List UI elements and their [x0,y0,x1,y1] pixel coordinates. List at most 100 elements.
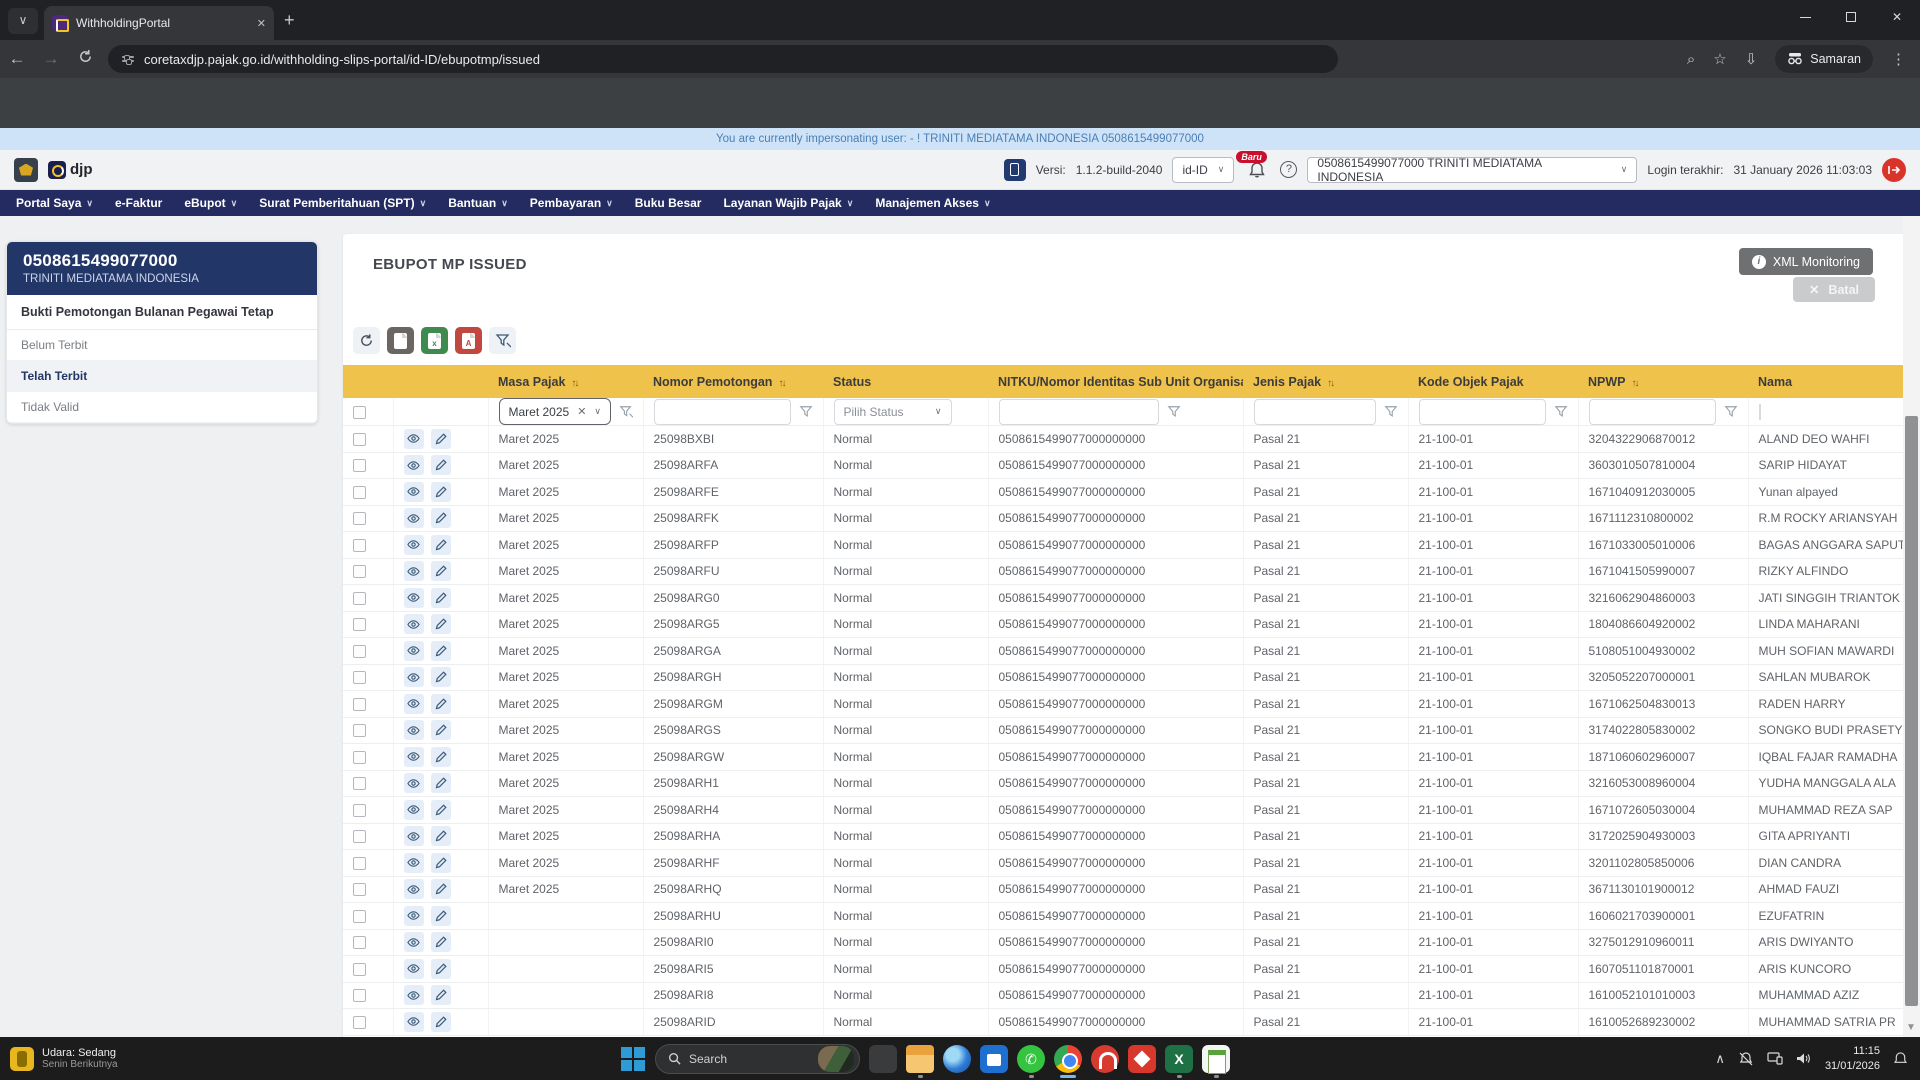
excel-icon[interactable]: X [1165,1044,1193,1078]
maximize-button[interactable] [1828,0,1874,34]
taskbar-weather-widget[interactable]: Udara: Sedang Senin Berikutnya [0,1046,230,1071]
incognito-profile-chip[interactable]: Samaran [1775,45,1873,73]
tray-expand-icon[interactable]: ∧ [1715,1051,1725,1067]
row-checkbox[interactable] [353,432,366,446]
reload-button[interactable] [68,49,102,69]
edit-button[interactable] [430,1011,451,1032]
edit-button[interactable] [430,958,451,979]
view-button[interactable] [403,428,424,449]
nav-item-buku-besar[interactable]: Buku Besar [635,196,702,210]
nav-item-surat-pemberitahuan-spt-[interactable]: Surat Pemberitahuan (SPT) ∨ [259,196,426,210]
scrollbar-thumb[interactable] [1905,416,1918,1006]
nitku-filter-input[interactable] [998,398,1159,425]
edit-button[interactable] [430,534,451,555]
zoom-icon[interactable]: ⌕ [1687,51,1695,68]
nav-item-portal-saya[interactable]: Portal Saya ∨ [16,196,93,210]
row-checkbox[interactable] [353,989,366,1003]
display-icon[interactable] [1767,1052,1783,1065]
edit-button[interactable] [430,879,451,900]
view-button[interactable] [403,1011,424,1032]
speaker-icon[interactable] [1796,1052,1812,1065]
row-checkbox[interactable] [353,512,366,526]
nav-item-pembayaran[interactable]: Pembayaran ∨ [530,196,613,210]
row-checkbox[interactable] [353,538,366,552]
view-button[interactable] [403,667,424,688]
close-button[interactable]: ✕ [1874,0,1920,34]
sort-icon[interactable]: ↑↓ [571,378,579,389]
device-icon[interactable] [1003,158,1026,181]
jenis-pajak-filter-input[interactable] [1253,398,1376,425]
edit-button[interactable] [430,985,451,1006]
column-header-nitku-nomor-identitas-sub-unit-organisasi[interactable]: NITKU/Nomor Identitas Sub Unit Organisas… [988,365,1243,398]
edit-button[interactable] [430,667,451,688]
select-all-checkbox[interactable] [353,405,366,419]
browser-tab[interactable]: WithholdingPortal ✕ [44,6,274,40]
column-header-jenis-pajak[interactable]: Jenis Pajak ↑↓ [1243,365,1408,398]
edit-button[interactable] [430,508,451,529]
view-button[interactable] [403,746,424,767]
xml-monitoring-button[interactable]: i XML Monitoring [1738,248,1873,275]
bell-off-icon[interactable] [1738,1051,1754,1066]
view-button[interactable] [403,481,424,502]
edit-button[interactable] [430,799,451,820]
view-button[interactable] [403,587,424,608]
row-checkbox[interactable] [353,565,366,579]
sort-icon[interactable]: ↑↓ [778,378,786,389]
edit-button[interactable] [430,826,451,847]
nav-item-e-faktur[interactable]: e-Faktur [115,196,162,210]
funnel-icon[interactable] [1724,405,1738,419]
nav-item-manajemen-akses[interactable]: Manajemen Akses ∨ [875,196,990,210]
filter-off-icon[interactable] [619,405,633,419]
sidebar-item-tidak-valid[interactable]: Tidak Valid [7,392,317,423]
row-checkbox[interactable] [353,883,366,897]
edit-button[interactable] [430,932,451,953]
row-checkbox[interactable] [353,485,366,499]
page-scrollbar[interactable]: ▼ [1903,216,1920,1037]
clear-filters-button[interactable] [489,327,516,354]
tab-close-icon[interactable]: ✕ [257,17,266,30]
export-csv-button[interactable] [387,327,414,354]
funnel-icon[interactable] [1554,405,1568,419]
sort-icon[interactable]: ↑↓ [1327,378,1335,389]
row-checkbox[interactable] [353,777,366,791]
account-select[interactable]: 0508615499077000 TRINITI MEDIATAMA INDON… [1307,156,1638,184]
row-checkbox[interactable] [353,909,366,923]
edit-button[interactable] [430,905,451,926]
row-checkbox[interactable] [353,856,366,870]
edit-button[interactable] [430,746,451,767]
edge-icon[interactable] [943,1044,971,1073]
site-settings-icon[interactable] [122,55,134,65]
view-button[interactable] [403,534,424,555]
funnel-icon[interactable] [1384,405,1398,419]
clear-icon[interactable]: ✕ [577,405,586,418]
kode-objek-filter-input[interactable] [1418,398,1546,425]
back-button[interactable]: ← [0,49,34,69]
nav-item-ebupot[interactable]: eBupot ∨ [184,196,237,210]
row-checkbox[interactable] [353,936,366,950]
view-button[interactable] [403,508,424,529]
edit-button[interactable] [430,587,451,608]
row-checkbox[interactable] [353,962,366,976]
export-pdf-button[interactable]: A [455,327,482,354]
edit-button[interactable] [430,455,451,476]
taskbar-search[interactable]: Search [655,1043,860,1074]
menu-dots-icon[interactable]: ⋮ [1891,50,1906,68]
npwp-filter-input[interactable] [1588,398,1716,425]
column-header-nomor-pemotongan[interactable]: Nomor Pemotongan ↑↓ [643,365,823,398]
refresh-button[interactable] [353,327,380,354]
diamond-app-icon[interactable] [1128,1044,1156,1073]
row-checkbox[interactable] [353,724,366,738]
view-button[interactable] [403,932,424,953]
row-checkbox[interactable] [353,697,366,711]
view-button[interactable] [403,985,424,1006]
sidebar-item-telah-terbit[interactable]: Telah Terbit [7,361,317,392]
view-button[interactable] [403,720,424,741]
nav-item-layanan-wajib-pajak[interactable]: Layanan Wajib Pajak ∨ [723,196,853,210]
row-checkbox[interactable] [353,750,366,764]
sidebar-item-belum-terbit[interactable]: Belum Terbit [7,330,317,361]
edit-button[interactable] [430,481,451,502]
help-icon[interactable]: ? [1280,161,1298,178]
funnel-icon[interactable] [799,405,813,419]
minimize-button[interactable] [1782,0,1828,34]
red-app-icon[interactable] [1091,1044,1119,1073]
